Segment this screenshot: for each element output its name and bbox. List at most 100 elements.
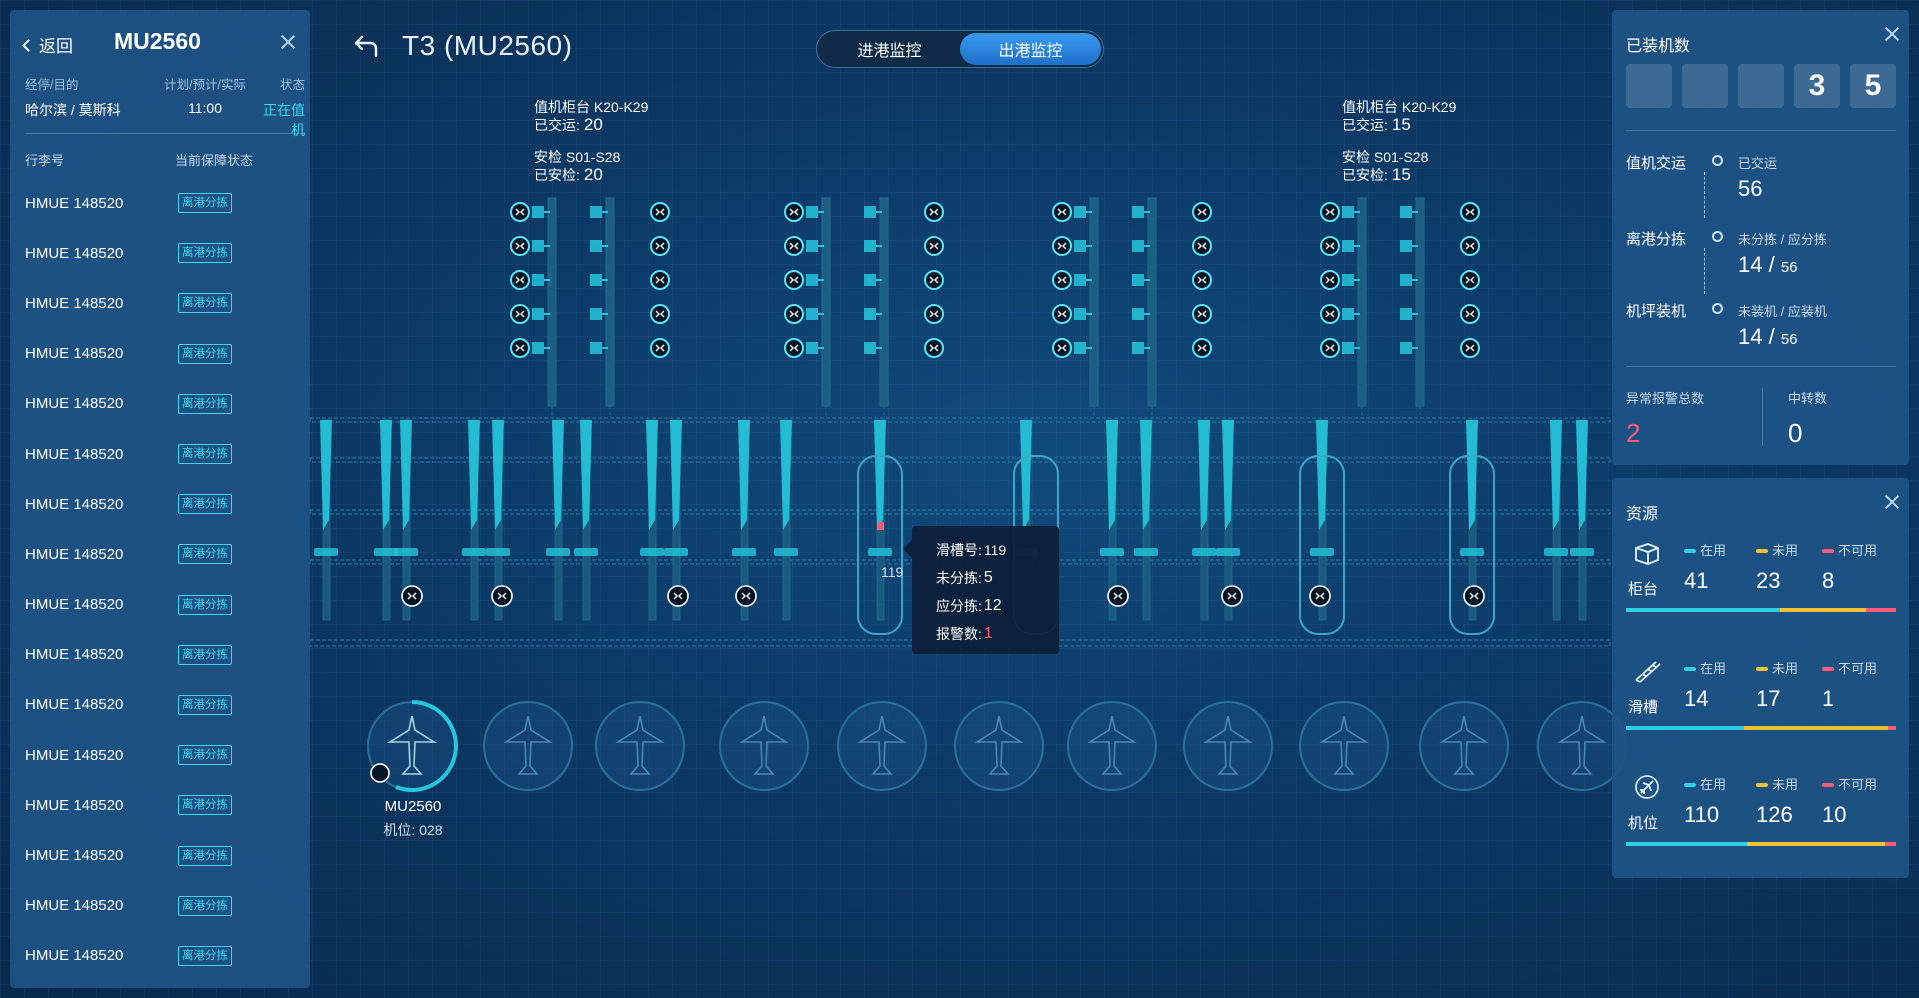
tab-arrival-monitor[interactable]: 进港监控 (819, 33, 960, 65)
tab-departure-monitor[interactable]: 出港监控 (960, 33, 1101, 65)
counter-desk (1400, 240, 1412, 252)
resource-bar (1626, 842, 1896, 846)
counter-spine (879, 197, 889, 407)
plane-icon (1635, 775, 1659, 799)
bag-row[interactable]: HMUE 148520 离港分拣 (25, 630, 305, 680)
chute-node (735, 585, 757, 607)
step-name: 值机交运 (1626, 155, 1687, 172)
close-icon[interactable] (280, 34, 296, 50)
secured-count: 20 (583, 165, 603, 184)
bag-number: HMUE 148520 (25, 696, 124, 714)
back-button[interactable]: 返回 (22, 32, 73, 57)
chute-end (1192, 548, 1216, 556)
counter-desk (1400, 342, 1412, 354)
stand-number-label: 机位: 028 (383, 822, 443, 838)
resource-name: 机位 (1628, 815, 1659, 832)
chute-tooltip: 滑槽号: 119 未分拣: 5 应分拣: 12 报警数: 1 (903, 526, 1059, 654)
bag-number: HMUE 148520 (25, 294, 124, 312)
chute-node (401, 585, 423, 607)
counter-desk (1074, 240, 1086, 252)
bag-row[interactable]: HMUE 148520 离港分拣 (25, 881, 305, 931)
step-value: 56 (1738, 176, 1763, 201)
chute-end (1544, 548, 1568, 556)
bag-row[interactable]: HMUE 148520 离港分拣 (25, 178, 305, 228)
bag-row[interactable]: HMUE 148520 离港分拣 (25, 830, 305, 880)
conveyor-belt (309, 457, 1611, 463)
checkin-node (784, 270, 804, 290)
security-range: 安检 S01-S28 (1342, 149, 1429, 165)
secured-count: 15 (1391, 165, 1411, 184)
bag-row[interactable]: HMUE 148520 离港分拣 (25, 680, 305, 730)
bag-row[interactable]: HMUE 148520 离港分拣 (25, 580, 305, 630)
return-arrow-icon[interactable] (352, 34, 382, 58)
checkin-node (1192, 338, 1212, 358)
digit: 5 (1850, 64, 1896, 108)
checkin-node (1320, 270, 1340, 290)
transfer-value: 0 (1788, 418, 1803, 448)
checkin-node (784, 338, 804, 358)
checkin-node (510, 304, 530, 324)
checkin-node (510, 270, 530, 290)
stand-node (370, 763, 390, 783)
legend-in_use: 在用 (1684, 658, 1726, 677)
time-value: 11:00 (188, 100, 222, 116)
divider (1762, 388, 1763, 446)
counter-desk (532, 342, 544, 354)
checkin-node (1460, 338, 1480, 358)
bag-row[interactable]: HMUE 148520 离港分拣 (25, 479, 305, 529)
bag-number: HMUE 148520 (25, 646, 124, 664)
counter-desk (806, 274, 818, 286)
should-value: 12 (983, 597, 1002, 614)
state-badge: 离港分拣 (178, 293, 232, 314)
count-unused: 23 (1756, 568, 1781, 593)
checkin-node (1192, 304, 1212, 324)
counter-desk (1132, 342, 1144, 354)
unsorted-value: 5 (983, 569, 993, 586)
bag-row[interactable]: HMUE 148520 离港分拣 (25, 329, 305, 379)
bag-row[interactable]: HMUE 148520 离港分拣 (25, 278, 305, 328)
count-in_use: 14 (1684, 686, 1709, 711)
state-badge: 离港分拣 (178, 544, 232, 565)
count-in_use: 110 (1684, 802, 1720, 827)
bag-row[interactable]: HMUE 148520 离港分拣 (25, 379, 305, 429)
bag-row[interactable]: HMUE 148520 离港分拣 (25, 529, 305, 579)
checkin-node (650, 270, 670, 290)
counter-spine (1357, 197, 1367, 407)
time-header: 计划/预计/实际 (164, 78, 246, 92)
counter-range: 值机柜台 K20-K29 (1342, 99, 1457, 115)
counter-desk (1342, 342, 1354, 354)
counter-spine (1147, 197, 1157, 407)
bar-unavailable (1885, 842, 1896, 846)
bag-number: HMUE 148520 (25, 746, 124, 764)
digit (1626, 64, 1672, 108)
bag-row[interactable]: HMUE 148520 离港分拣 (25, 931, 305, 981)
state-badge: 离港分拣 (178, 594, 232, 615)
chute-end (1216, 548, 1240, 556)
chute-node (1221, 585, 1243, 607)
stand-circle (1183, 701, 1273, 791)
bag-number: HMUE 148520 (25, 545, 124, 563)
count-in_use: 41 (1684, 568, 1709, 593)
checkin-node (1320, 338, 1340, 358)
counter-desk (1400, 206, 1412, 218)
bag-row[interactable]: HMUE 148520 离港分拣 (25, 780, 305, 830)
alarm-total-value: 2 (1626, 418, 1641, 448)
close-icon[interactable] (1884, 26, 1900, 42)
flight-info: 经停/目的 计划/预计/实际 状态 哈尔滨 / 莫斯科 11:00 正在值机 (25, 74, 305, 140)
stand-circle (595, 701, 685, 791)
checkin-node (784, 304, 804, 324)
resource-name: 滑槽 (1628, 699, 1659, 716)
stand-circle (719, 701, 809, 791)
bag-row[interactable]: HMUE 148520 离港分拣 (25, 730, 305, 780)
bag-row[interactable]: HMUE 148520 离港分拣 (25, 429, 305, 479)
step-name: 机坪装机 (1626, 303, 1687, 320)
bar-in_use (1626, 842, 1747, 846)
state-badge: 离港分拣 (178, 694, 232, 715)
state-badge: 离港分拣 (178, 193, 232, 214)
stand-circle (837, 701, 927, 791)
chute-end (546, 548, 570, 556)
checked-count: 15 (1391, 115, 1411, 134)
checkin-node (924, 304, 944, 324)
bag-row[interactable]: HMUE 148520 离港分拣 (25, 228, 305, 278)
close-icon[interactable] (1884, 494, 1900, 510)
